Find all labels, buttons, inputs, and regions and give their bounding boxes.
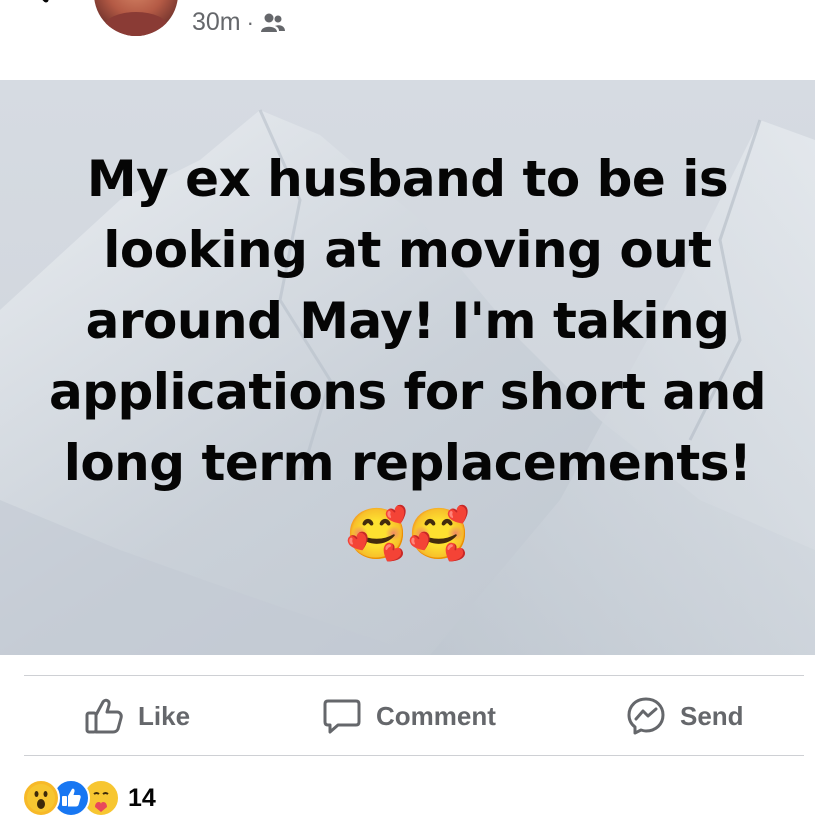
post-timestamp[interactable]: 30m	[192, 8, 241, 37]
like-button[interactable]: Like	[84, 678, 190, 754]
divider-bottom	[24, 755, 804, 756]
friends-icon	[260, 13, 285, 32]
post-text: My ex husband to be is looking at moving…	[48, 150, 767, 563]
reaction-count: 14	[128, 783, 156, 812]
messenger-icon	[627, 697, 665, 735]
action-bar: Like Comment Send	[24, 678, 804, 754]
send-button[interactable]: Send	[626, 678, 744, 754]
post-meta: 30m ·	[192, 8, 286, 37]
back-chevron-icon[interactable]	[20, 0, 60, 18]
comment-label: Comment	[376, 700, 496, 731]
comment-button[interactable]: Comment	[322, 678, 496, 754]
thumbs-up-icon	[85, 698, 123, 734]
post-screen: 30m · My ex husband to be is looking at …	[0, 0, 815, 828]
reactions-summary[interactable]: 14	[22, 778, 156, 818]
wow-reaction-icon	[22, 779, 60, 817]
comment-icon	[323, 699, 361, 734]
avatar[interactable]	[94, 0, 178, 36]
like-label: Like	[138, 700, 191, 731]
divider-top	[24, 675, 804, 676]
send-label: Send	[680, 700, 744, 731]
post-header: 30m ·	[0, 0, 815, 80]
meta-separator: ·	[246, 9, 254, 35]
post-background: My ex husband to be is looking at moving…	[0, 80, 815, 655]
